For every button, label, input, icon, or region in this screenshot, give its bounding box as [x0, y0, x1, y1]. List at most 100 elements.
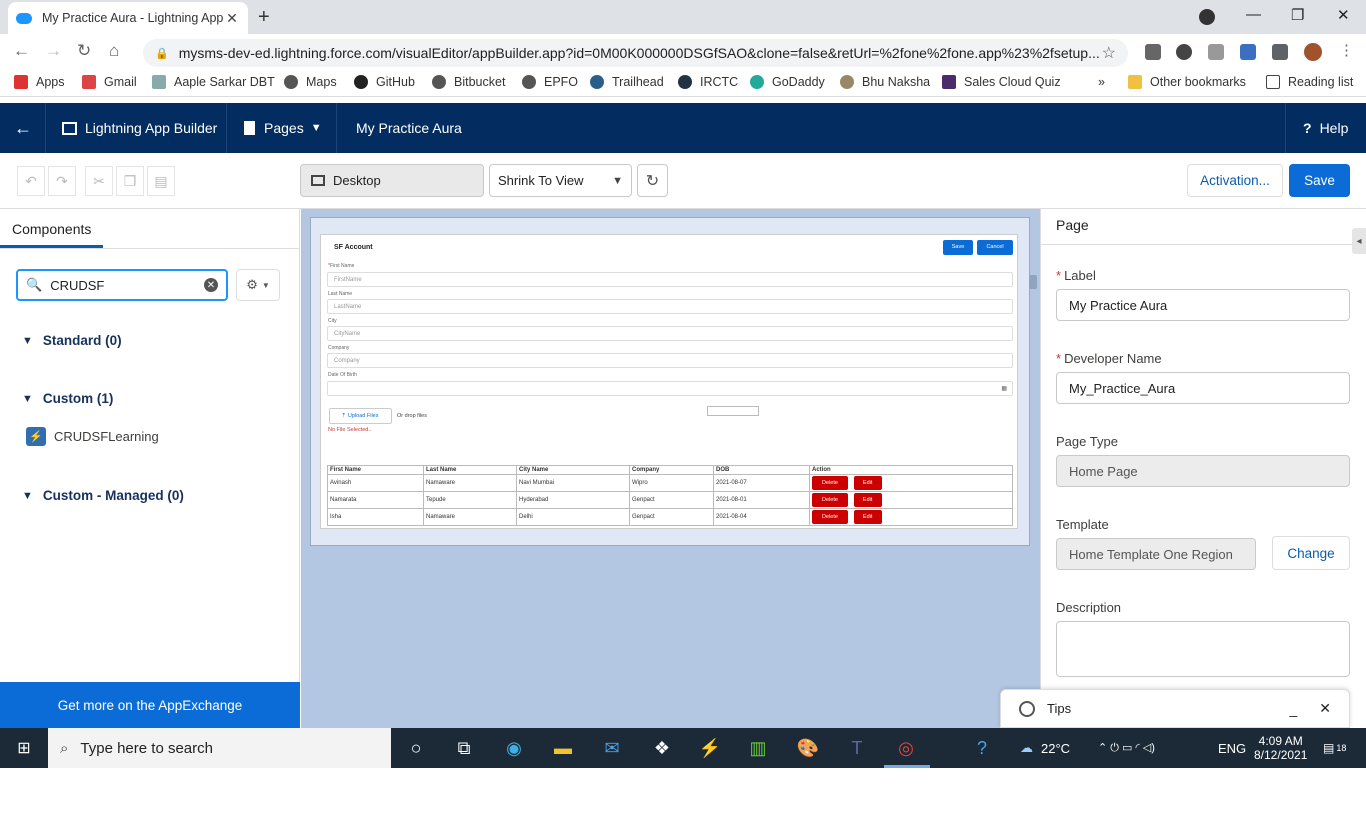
task-view-icon[interactable]: ⧉ [452, 736, 476, 760]
mail-icon[interactable]: ✉ [600, 736, 624, 760]
clock[interactable]: 4:09 AM 8/12/2021 [1254, 728, 1307, 768]
bookmark-maps[interactable]: Maps [284, 75, 337, 89]
section-standard[interactable]: ▼ Standard (0) [22, 333, 122, 348]
taskbar-search[interactable]: ⌕ Type here to search [48, 728, 391, 768]
records-table: First Name Last Name City Name Company D… [327, 465, 1013, 526]
collapse-panel-icon[interactable]: ◂ [1352, 228, 1366, 254]
device-selector[interactable]: Desktop [300, 164, 484, 197]
teams-icon[interactable]: T [845, 736, 869, 760]
zoom-select[interactable]: Shrink To View ▼ [489, 164, 632, 197]
reading-list[interactable]: Reading list [1266, 75, 1353, 89]
collapse-handle[interactable] [1029, 275, 1037, 289]
redo-icon[interactable]: ↷ [48, 166, 76, 196]
globe-icon [522, 75, 536, 89]
language-indicator[interactable]: ENG [1218, 728, 1246, 768]
component-search-input[interactable]: 🔍 CRUDSF ✕ [16, 269, 228, 301]
tab-components[interactable]: Components [12, 221, 91, 237]
notepad-icon[interactable]: ▥ [746, 736, 770, 760]
more-bookmarks-icon[interactable]: » [1098, 75, 1105, 89]
forward-icon[interactable]: → [45, 41, 62, 61]
system-tray-icons[interactable]: ⌃ ⏻ ▭ ◜ ◁) [1098, 728, 1155, 768]
cell: Namarata [327, 491, 424, 509]
cortana-icon[interactable]: ○ [404, 736, 428, 760]
url-bar[interactable]: 🔒 mysms-dev-ed.lightning.force.com/visua… [143, 39, 1128, 67]
chrome-menu-icon[interactable]: ⋮ [1339, 41, 1354, 59]
description-textarea[interactable] [1056, 621, 1350, 677]
profile-menu-icon[interactable] [1199, 9, 1215, 25]
cloud-extension-icon[interactable] [1176, 44, 1192, 60]
extension-icon[interactable] [1240, 44, 1256, 60]
bookmark-godaddy[interactable]: GoDaddy [750, 75, 825, 89]
description-label: Description [1056, 600, 1122, 615]
settings-menu-button[interactable]: ⚙ ▼ [236, 269, 280, 301]
help-button[interactable]: ? Help [1303, 103, 1348, 153]
field-last-name: LastName [327, 299, 1013, 314]
refresh-preview-icon[interactable]: ↻ [637, 164, 668, 197]
bookmark-sales-cloud-quiz[interactable]: Sales Cloud Quiz [942, 75, 1061, 89]
extension-icon[interactable] [1208, 44, 1224, 60]
close-tab-icon[interactable]: ✕ [224, 10, 240, 27]
restore-icon[interactable]: ❐ [1291, 6, 1304, 24]
close-icon[interactable]: ✕ [1319, 700, 1331, 717]
bookmark-epfo[interactable]: EPFO [522, 75, 578, 89]
bookmark-github[interactable]: GitHub [354, 75, 415, 89]
bookmark-apps[interactable]: Apps [14, 75, 65, 89]
bookmark-trailhead[interactable]: Trailhead [590, 75, 664, 89]
appexchange-link[interactable]: Get more on the AppExchange [0, 682, 300, 728]
active-app-indicator [884, 765, 930, 768]
notifications-button[interactable]: ▤ 18 [1323, 728, 1346, 768]
tips-panel[interactable]: Tips _ ✕ [1000, 689, 1350, 728]
column-header: Action [809, 465, 1013, 475]
cut-icon[interactable]: ✂ [85, 166, 113, 196]
reload-icon[interactable]: ↻ [77, 41, 91, 61]
minimize-icon[interactable]: — [1246, 6, 1261, 23]
undo-icon[interactable]: ↶ [17, 166, 45, 196]
weather-widget[interactable]: ☁ 22°C [1020, 728, 1070, 768]
vscode-icon[interactable]: ⚡ [698, 736, 722, 760]
chrome-icon[interactable]: ◎ [894, 736, 918, 760]
extensions-puzzle-icon[interactable] [1272, 44, 1288, 60]
home-icon[interactable]: ⌂ [109, 41, 119, 61]
bookmark-gmail[interactable]: Gmail [82, 75, 137, 89]
back-arrow-icon[interactable]: ← [14, 103, 32, 153]
help-circle-icon[interactable]: ? [970, 736, 994, 760]
map-icon [840, 75, 854, 89]
label-input[interactable]: My Practice Aura [1056, 289, 1350, 321]
windows-start-icon[interactable]: ⊞ [12, 736, 36, 760]
extension-icon[interactable] [1145, 44, 1161, 60]
other-bookmarks[interactable]: Other bookmarks [1128, 75, 1246, 89]
search-icon: 🔍 [26, 277, 43, 292]
copy-icon[interactable]: ❐ [116, 166, 144, 196]
apps-grid-icon [14, 75, 28, 89]
bookmark-bhu-naksha[interactable]: Bhu Naksha [840, 75, 930, 89]
change-template-button[interactable]: Change [1272, 536, 1350, 570]
component-preview-card[interactable]: SF Account Save Cancel *First Name First… [320, 234, 1018, 529]
minimize-icon[interactable]: _ [1289, 701, 1297, 717]
file-explorer-icon[interactable]: ▬ [551, 736, 575, 760]
salesforce-cloud-icon [16, 12, 32, 24]
bookmark-aaple-sarkar[interactable]: Aaple Sarkar DBT [152, 75, 275, 89]
paint-icon[interactable]: 🎨 [796, 736, 820, 760]
pages-menu[interactable]: Pages ▼ [244, 103, 322, 153]
developer-name-input[interactable]: My_Practice_Aura [1056, 372, 1350, 404]
clear-search-icon[interactable]: ✕ [204, 278, 218, 292]
component-item-crudsflearning[interactable]: ⚡ CRUDSFLearning [26, 427, 159, 446]
bookmark-irctc[interactable]: IRCTC [678, 75, 738, 89]
lock-icon: 🔒 [155, 47, 169, 60]
bookmark-star-icon[interactable]: ☆ [1102, 43, 1116, 63]
section-custom[interactable]: ▼ Custom (1) [22, 391, 113, 406]
edge-icon[interactable]: ◉ [502, 736, 526, 760]
bookmark-bitbucket[interactable]: Bitbucket [432, 75, 505, 89]
new-tab-icon[interactable]: + [258, 6, 270, 29]
paste-icon[interactable]: ▤ [147, 166, 175, 196]
dropbox-icon[interactable]: ❖ [650, 736, 674, 760]
profile-avatar[interactable] [1304, 43, 1322, 61]
save-button[interactable]: Save [1289, 164, 1350, 197]
close-window-icon[interactable]: ✕ [1337, 6, 1350, 24]
table-row: Namarata Tepude Hyderabad Genpact 2021-0… [327, 491, 1013, 509]
back-icon[interactable]: ← [13, 41, 30, 61]
browser-tab[interactable]: My Practice Aura - Lightning App ✕ [8, 2, 248, 34]
cell: Isha [327, 508, 424, 526]
activation-button[interactable]: Activation... [1187, 164, 1283, 197]
section-custom-managed[interactable]: ▼ Custom - Managed (0) [22, 488, 184, 503]
